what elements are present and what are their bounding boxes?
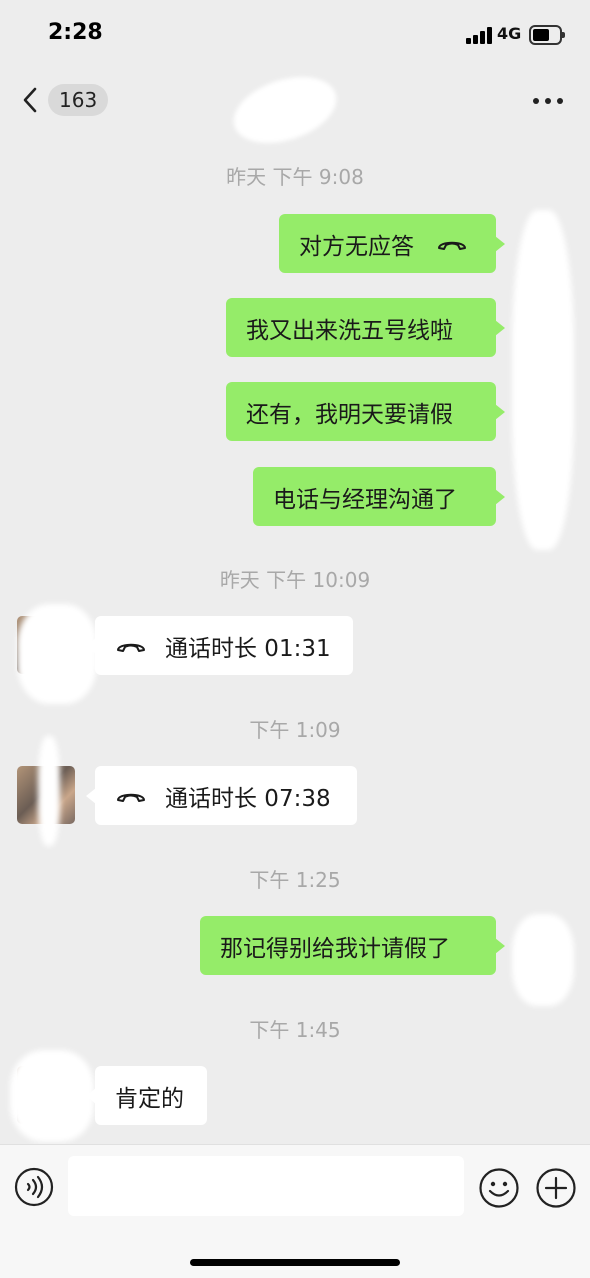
battery-level-fill bbox=[533, 29, 549, 41]
phone-icon bbox=[117, 643, 145, 652]
unread-count-badge: 163 bbox=[48, 84, 109, 116]
status-bar: 2:28 4G bbox=[0, 0, 590, 70]
incoming-call-record[interactable]: 通话时长 01:31 bbox=[86, 616, 353, 675]
incoming-call-record[interactable]: 通话时长 07:38 bbox=[86, 766, 357, 825]
message-text: 还有，我明天要请假 bbox=[246, 401, 453, 428]
my-avatar-redacted bbox=[512, 914, 574, 1006]
message-text: 那记得别给我计请假了 bbox=[220, 935, 450, 962]
battery-icon bbox=[529, 25, 565, 45]
message-input[interactable] bbox=[68, 1156, 464, 1216]
timestamp: 下午 1:25 bbox=[249, 868, 341, 892]
voice-input-icon[interactable] bbox=[14, 1167, 54, 1207]
outgoing-message[interactable]: 还有，我明天要请假 bbox=[226, 382, 505, 441]
message-text: 通话时长 07:38 bbox=[165, 785, 331, 812]
contact-avatar-redaction bbox=[17, 604, 97, 704]
my-avatar-redacted bbox=[512, 210, 574, 550]
message-text: 电话与经理沟通了 bbox=[273, 486, 457, 513]
more-options-icon[interactable] bbox=[530, 90, 566, 110]
message-text: 对方无应答 bbox=[299, 233, 414, 260]
phone-icon bbox=[117, 793, 145, 802]
outgoing-message[interactable]: 我又出来洗五号线啦 bbox=[226, 298, 505, 357]
outgoing-message[interactable]: 电话与经理沟通了 bbox=[253, 467, 505, 526]
message-text: 肯定的 bbox=[115, 1085, 184, 1112]
status-time: 2:28 bbox=[48, 20, 103, 45]
timestamp: 昨天 下午 9:08 bbox=[226, 165, 364, 189]
back-button[interactable]: 163 bbox=[18, 82, 109, 118]
chat-message-list: 昨天 下午 9:08 对方无应答 我又出来洗五号线啦 还有，我明天要请假 电话与… bbox=[0, 132, 590, 1144]
outgoing-message[interactable]: 那记得别给我计请假了 bbox=[200, 916, 505, 975]
phone-icon bbox=[438, 241, 466, 250]
chat-nav-bar: 163 bbox=[0, 65, 590, 155]
contact-avatar-redaction bbox=[10, 1050, 94, 1142]
timestamp: 下午 1:09 bbox=[249, 718, 341, 742]
network-type: 4G bbox=[497, 24, 522, 43]
outgoing-message-missed-call[interactable]: 对方无应答 bbox=[279, 214, 505, 273]
incoming-message[interactable]: 肯定的 bbox=[86, 1066, 207, 1125]
message-text: 我又出来洗五号线啦 bbox=[246, 317, 453, 344]
contact-avatar-redaction bbox=[38, 736, 60, 846]
timestamp: 下午 1:45 bbox=[249, 1018, 341, 1042]
message-text: 通话时长 01:31 bbox=[165, 635, 331, 662]
chevron-left-icon bbox=[23, 87, 37, 113]
timestamp: 昨天 下午 10:09 bbox=[219, 568, 371, 592]
cellular-signal-icon bbox=[466, 26, 494, 44]
message-input-bar bbox=[0, 1144, 590, 1278]
plus-icon[interactable] bbox=[535, 1167, 577, 1209]
home-indicator bbox=[190, 1259, 400, 1266]
emoji-icon[interactable] bbox=[478, 1167, 520, 1209]
